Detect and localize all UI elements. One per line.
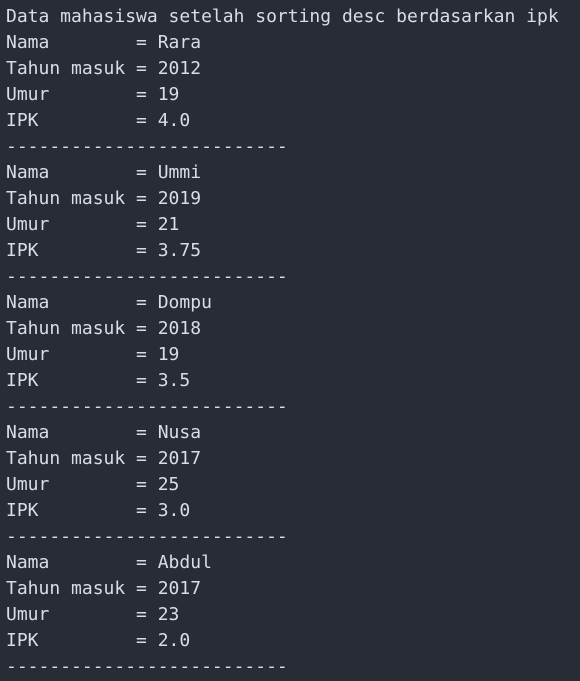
record-umur: Umur = 25 bbox=[6, 474, 180, 495]
student-record: Nama = Dompu Tahun masuk = 2018 Umur = 1… bbox=[6, 290, 580, 420]
student-record: Nama = Rara Tahun masuk = 2012 Umur = 19… bbox=[6, 30, 580, 160]
record-nama: Nama = Ummi bbox=[6, 162, 202, 183]
record-tahun-masuk: Tahun masuk = 2017 bbox=[6, 448, 202, 469]
record-ipk: IPK = 2.0 bbox=[6, 630, 191, 651]
record-separator: -------------------------- bbox=[6, 396, 288, 417]
record-separator: -------------------------- bbox=[6, 656, 288, 677]
terminal-output: Data mahasiswa setelah sorting desc berd… bbox=[0, 0, 580, 681]
student-record: Nama = Nusa Tahun masuk = 2017 Umur = 25… bbox=[6, 420, 580, 550]
record-nama: Nama = Rara bbox=[6, 32, 202, 53]
output-header: Data mahasiswa setelah sorting desc berd… bbox=[6, 6, 559, 27]
record-ipk: IPK = 3.0 bbox=[6, 500, 191, 521]
record-ipk: IPK = 4.0 bbox=[6, 110, 191, 131]
record-umur: Umur = 23 bbox=[6, 604, 180, 625]
record-nama: Nama = Dompu bbox=[6, 292, 212, 313]
record-tahun-masuk: Tahun masuk = 2017 bbox=[6, 578, 202, 599]
record-umur: Umur = 21 bbox=[6, 214, 180, 235]
student-record: Nama = Abdul Tahun masuk = 2017 Umur = 2… bbox=[6, 550, 580, 680]
record-ipk: IPK = 3.75 bbox=[6, 240, 202, 261]
record-separator: -------------------------- bbox=[6, 266, 288, 287]
record-ipk: IPK = 3.5 bbox=[6, 370, 191, 391]
record-tahun-masuk: Tahun masuk = 2012 bbox=[6, 58, 202, 79]
record-nama: Nama = Abdul bbox=[6, 552, 212, 573]
record-umur: Umur = 19 bbox=[6, 344, 180, 365]
record-nama: Nama = Nusa bbox=[6, 422, 202, 443]
record-separator: -------------------------- bbox=[6, 136, 288, 157]
record-separator: -------------------------- bbox=[6, 526, 288, 547]
student-record: Nama = Ummi Tahun masuk = 2019 Umur = 21… bbox=[6, 160, 580, 290]
record-tahun-masuk: Tahun masuk = 2019 bbox=[6, 188, 202, 209]
record-umur: Umur = 19 bbox=[6, 84, 180, 105]
record-tahun-masuk: Tahun masuk = 2018 bbox=[6, 318, 202, 339]
